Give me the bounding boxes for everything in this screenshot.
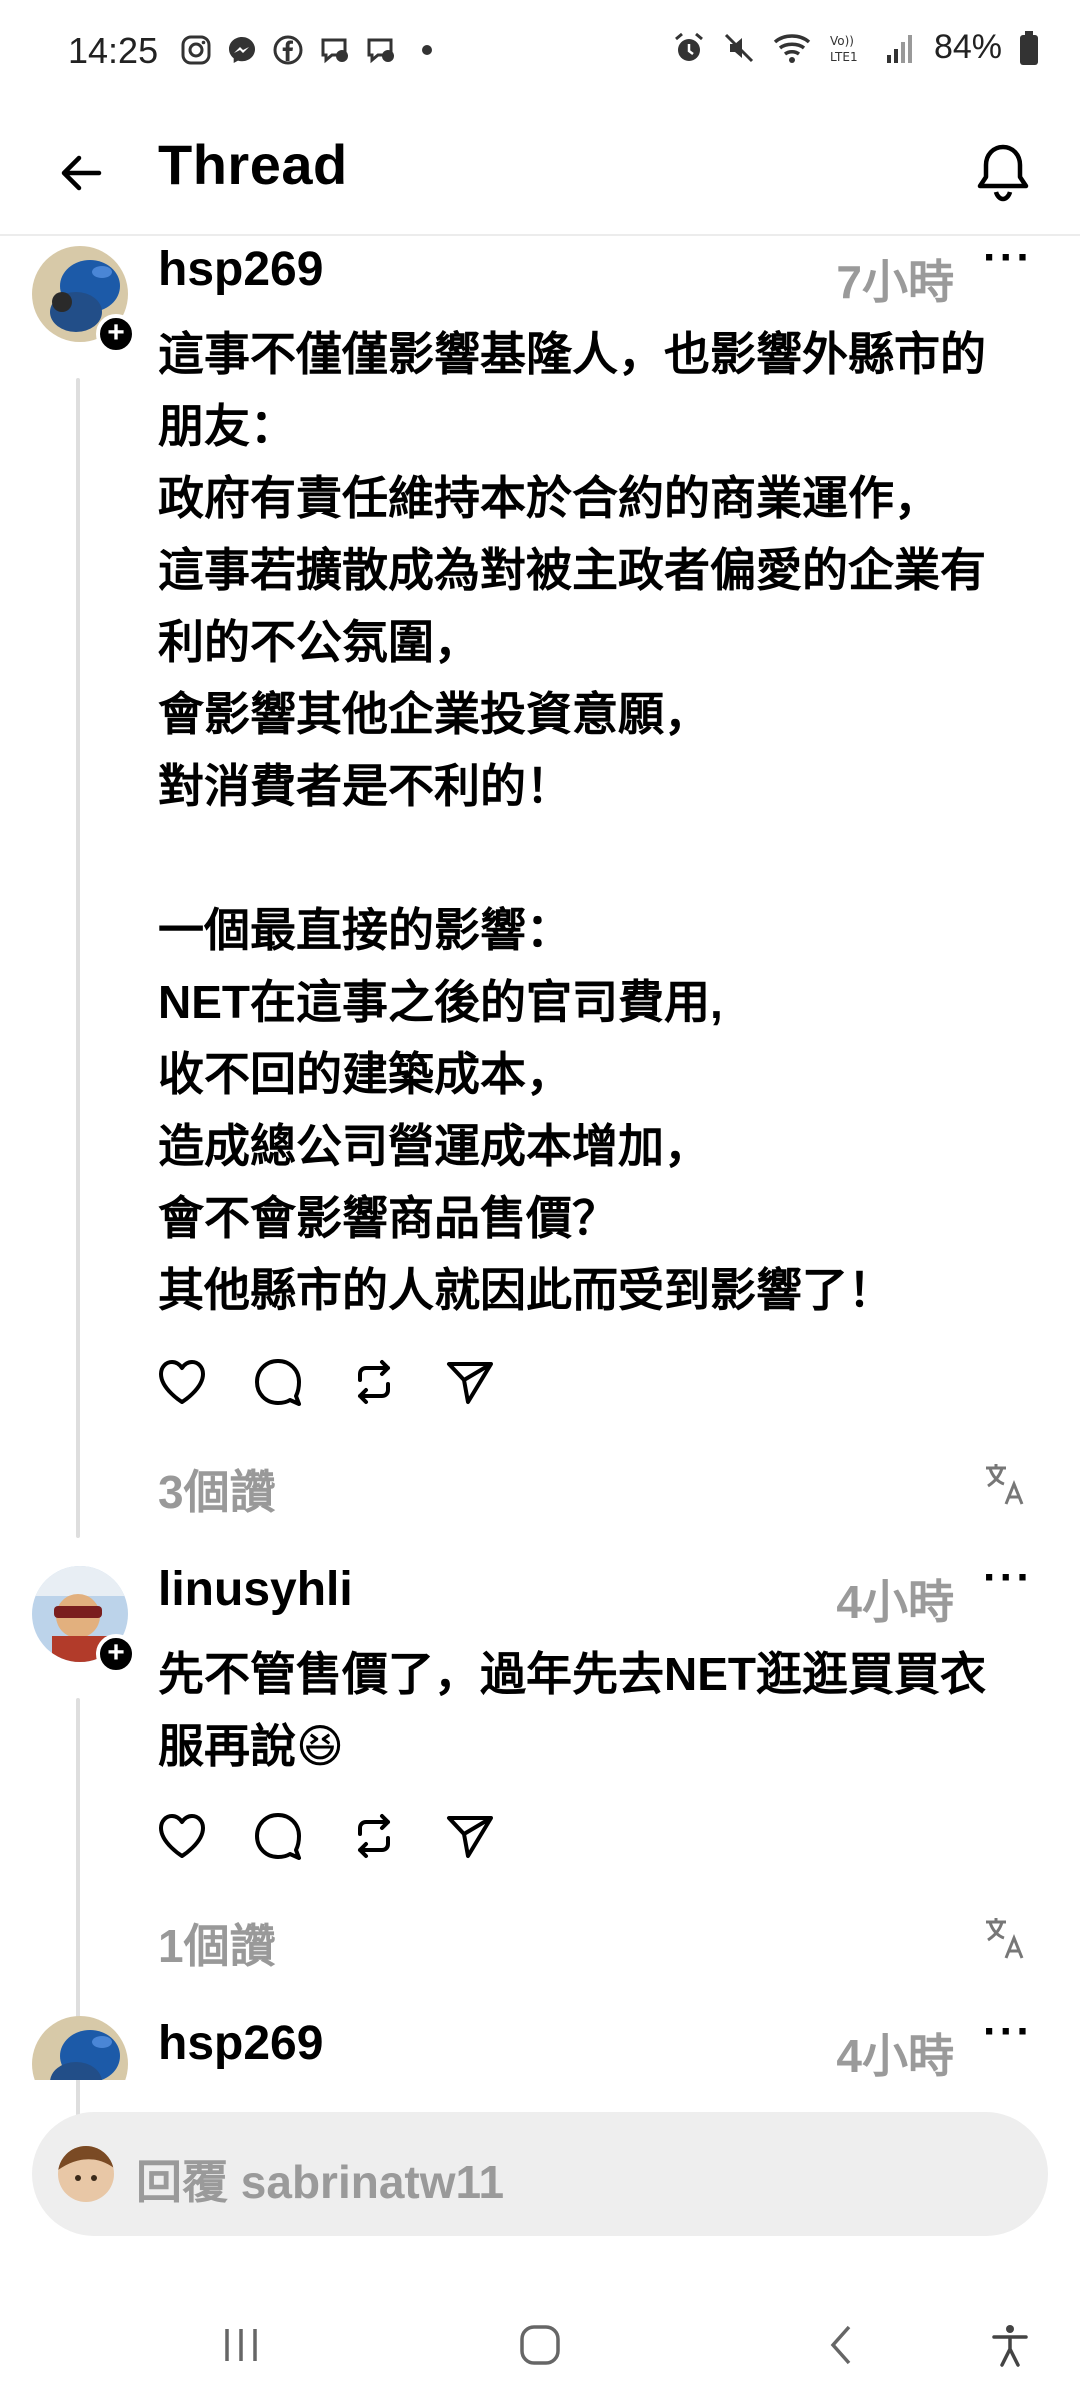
- thread-connector-line: [76, 378, 80, 1538]
- post-body: 這事不僅僅影響基隆人，也影響外縣市的 朋友： 政府有責任維持本於合約的商業運作，…: [158, 318, 1040, 1326]
- post-text-line: 政府有責任維持本於合約的商業運作，: [158, 472, 940, 524]
- post-avatar[interactable]: [32, 2016, 128, 2080]
- share-button[interactable]: [444, 1810, 496, 1862]
- post-text-line: 收不回的建築成本，: [158, 1048, 572, 1100]
- volte-icon: Vo)) LTE1: [830, 34, 858, 64]
- post-text-line: 先不管售價了，過年先去NET逛逛買買衣: [158, 1648, 986, 1700]
- top-app-bar: Thread: [0, 110, 1080, 236]
- home-icon: [520, 2325, 560, 2365]
- post-timestamp: 7小時: [836, 256, 954, 308]
- messenger-icon: [229, 37, 255, 63]
- like-button[interactable]: [156, 1356, 208, 1408]
- post-actions: [156, 1356, 496, 1408]
- more-notifications-dot: [422, 45, 432, 55]
- notification-icons: [180, 34, 432, 66]
- post-text-line: 對消費者是不利的！: [158, 760, 572, 812]
- follow-plus-icon[interactable]: +: [96, 314, 136, 354]
- follow-plus-icon[interactable]: +: [96, 1634, 136, 1674]
- reply-input[interactable]: 回覆 sabrinatw11: [32, 2112, 1048, 2236]
- avatar-image: [58, 2146, 114, 2202]
- post-username[interactable]: linusyhli: [158, 1562, 353, 1617]
- repost-icon: [358, 1814, 390, 1858]
- post-text-line: 造成總公司營運成本增加，: [158, 1120, 710, 1172]
- post-text-line: 朋友：: [158, 400, 296, 452]
- post-text-line: [158, 822, 1040, 894]
- back-button[interactable]: [46, 138, 116, 208]
- like-button[interactable]: [156, 1810, 208, 1862]
- post-text-line: NET在這事之後的官司費用,: [158, 976, 723, 1028]
- instagram-icon: [181, 35, 211, 65]
- post-avatar[interactable]: +: [32, 1566, 136, 1674]
- svg-text:LTE1: LTE1: [830, 50, 858, 64]
- recent-apps-button[interactable]: [206, 2310, 276, 2380]
- arrow-left-icon: [61, 155, 102, 191]
- post-username[interactable]: hsp269: [158, 242, 323, 297]
- notifications-button[interactable]: [966, 136, 1040, 210]
- recent-apps-icon: [225, 2329, 257, 2361]
- translate-button[interactable]: [982, 1460, 1030, 1508]
- post-username[interactable]: hsp269: [158, 2016, 323, 2071]
- avatar: [32, 2016, 128, 2080]
- repost-button[interactable]: [348, 1810, 400, 1862]
- comment-button[interactable]: [252, 1356, 304, 1408]
- like-count[interactable]: 1個讚: [158, 1910, 276, 1976]
- accessibility-button[interactable]: [975, 2310, 1045, 2380]
- heart-icon: [159, 1814, 205, 1858]
- system-back-button[interactable]: [808, 2310, 878, 2380]
- system-icons: Vo)) LTE1 84%: [672, 28, 1040, 67]
- translate-icon: [986, 1918, 1024, 1959]
- post-avatar[interactable]: +: [32, 246, 136, 354]
- chevron-left-icon: [830, 2325, 851, 2365]
- repost-button[interactable]: [348, 1356, 400, 1408]
- more-options-button[interactable]: ···: [978, 236, 1038, 288]
- send-icon: [447, 1362, 493, 1404]
- post-text-line: 會不會影響商品售價？: [158, 1192, 618, 1244]
- page-title: Thread: [158, 133, 348, 196]
- post-text-line: 服再說😆: [158, 1720, 344, 1772]
- my-avatar: [58, 2146, 114, 2202]
- like-count[interactable]: 3個讚: [158, 1456, 276, 1522]
- bell-icon: [977, 144, 1029, 202]
- accessibility-icon: [992, 2325, 1028, 2367]
- translate-button[interactable]: [982, 1914, 1030, 1962]
- post-body: 先不管售價了，過年先去NET逛逛買買衣 服再說😆: [158, 1638, 1040, 1782]
- post-actions: [156, 1810, 496, 1862]
- more-options-button[interactable]: ···: [978, 2016, 1038, 2062]
- post-text-line: 這事不僅僅影響基隆人，也影響外縣市的: [158, 328, 986, 380]
- battery-percent: 84%: [933, 28, 1002, 66]
- alarm-icon: [674, 32, 703, 61]
- repost-icon: [358, 1360, 390, 1404]
- wifi-icon: [773, 33, 811, 63]
- comment-icon: [255, 1813, 301, 1860]
- post-timestamp: 4小時: [836, 1576, 954, 1628]
- chat-bubble-icon: [321, 38, 348, 64]
- post-timestamp: 4小時: [836, 2030, 954, 2080]
- system-navigation-bar: [0, 2290, 1080, 2400]
- reply-placeholder: 回覆 sabrinatw11: [136, 2156, 505, 2208]
- status-bar: 14:25 Vo)) LTE1 84%: [0, 0, 1080, 110]
- facebook-icon: [273, 35, 303, 65]
- comment-button[interactable]: [252, 1810, 304, 1862]
- comment-icon: [255, 1359, 301, 1406]
- post-text-line: 這事若擴散成為對被主政者偏愛的企業有: [158, 544, 986, 596]
- send-icon: [447, 1816, 493, 1858]
- post-text-line: 利的不公氛圍，: [158, 616, 480, 668]
- thread-post: hsp269 4小時 ···: [0, 2016, 1080, 2080]
- heart-icon: [159, 1360, 205, 1404]
- share-button[interactable]: [444, 1356, 496, 1408]
- post-text-line: 會影響其他企業投資意願，: [158, 688, 710, 740]
- chat-bubble-icon: [367, 38, 394, 64]
- avatar-image: [32, 2016, 128, 2080]
- status-time: 14:25: [68, 30, 159, 71]
- battery-icon: [1020, 30, 1038, 65]
- translate-icon: [986, 1464, 1024, 1505]
- signal-icon: [886, 34, 912, 63]
- post-text-line: 一個最直接的影響：: [158, 904, 572, 956]
- home-button[interactable]: [505, 2310, 575, 2380]
- post-text-line: 其他縣市的人就因此而受到影響了！: [158, 1264, 894, 1316]
- more-options-button[interactable]: ···: [978, 1556, 1038, 1608]
- mute-icon: [724, 33, 753, 62]
- svg-text:Vo)): Vo)): [830, 34, 854, 48]
